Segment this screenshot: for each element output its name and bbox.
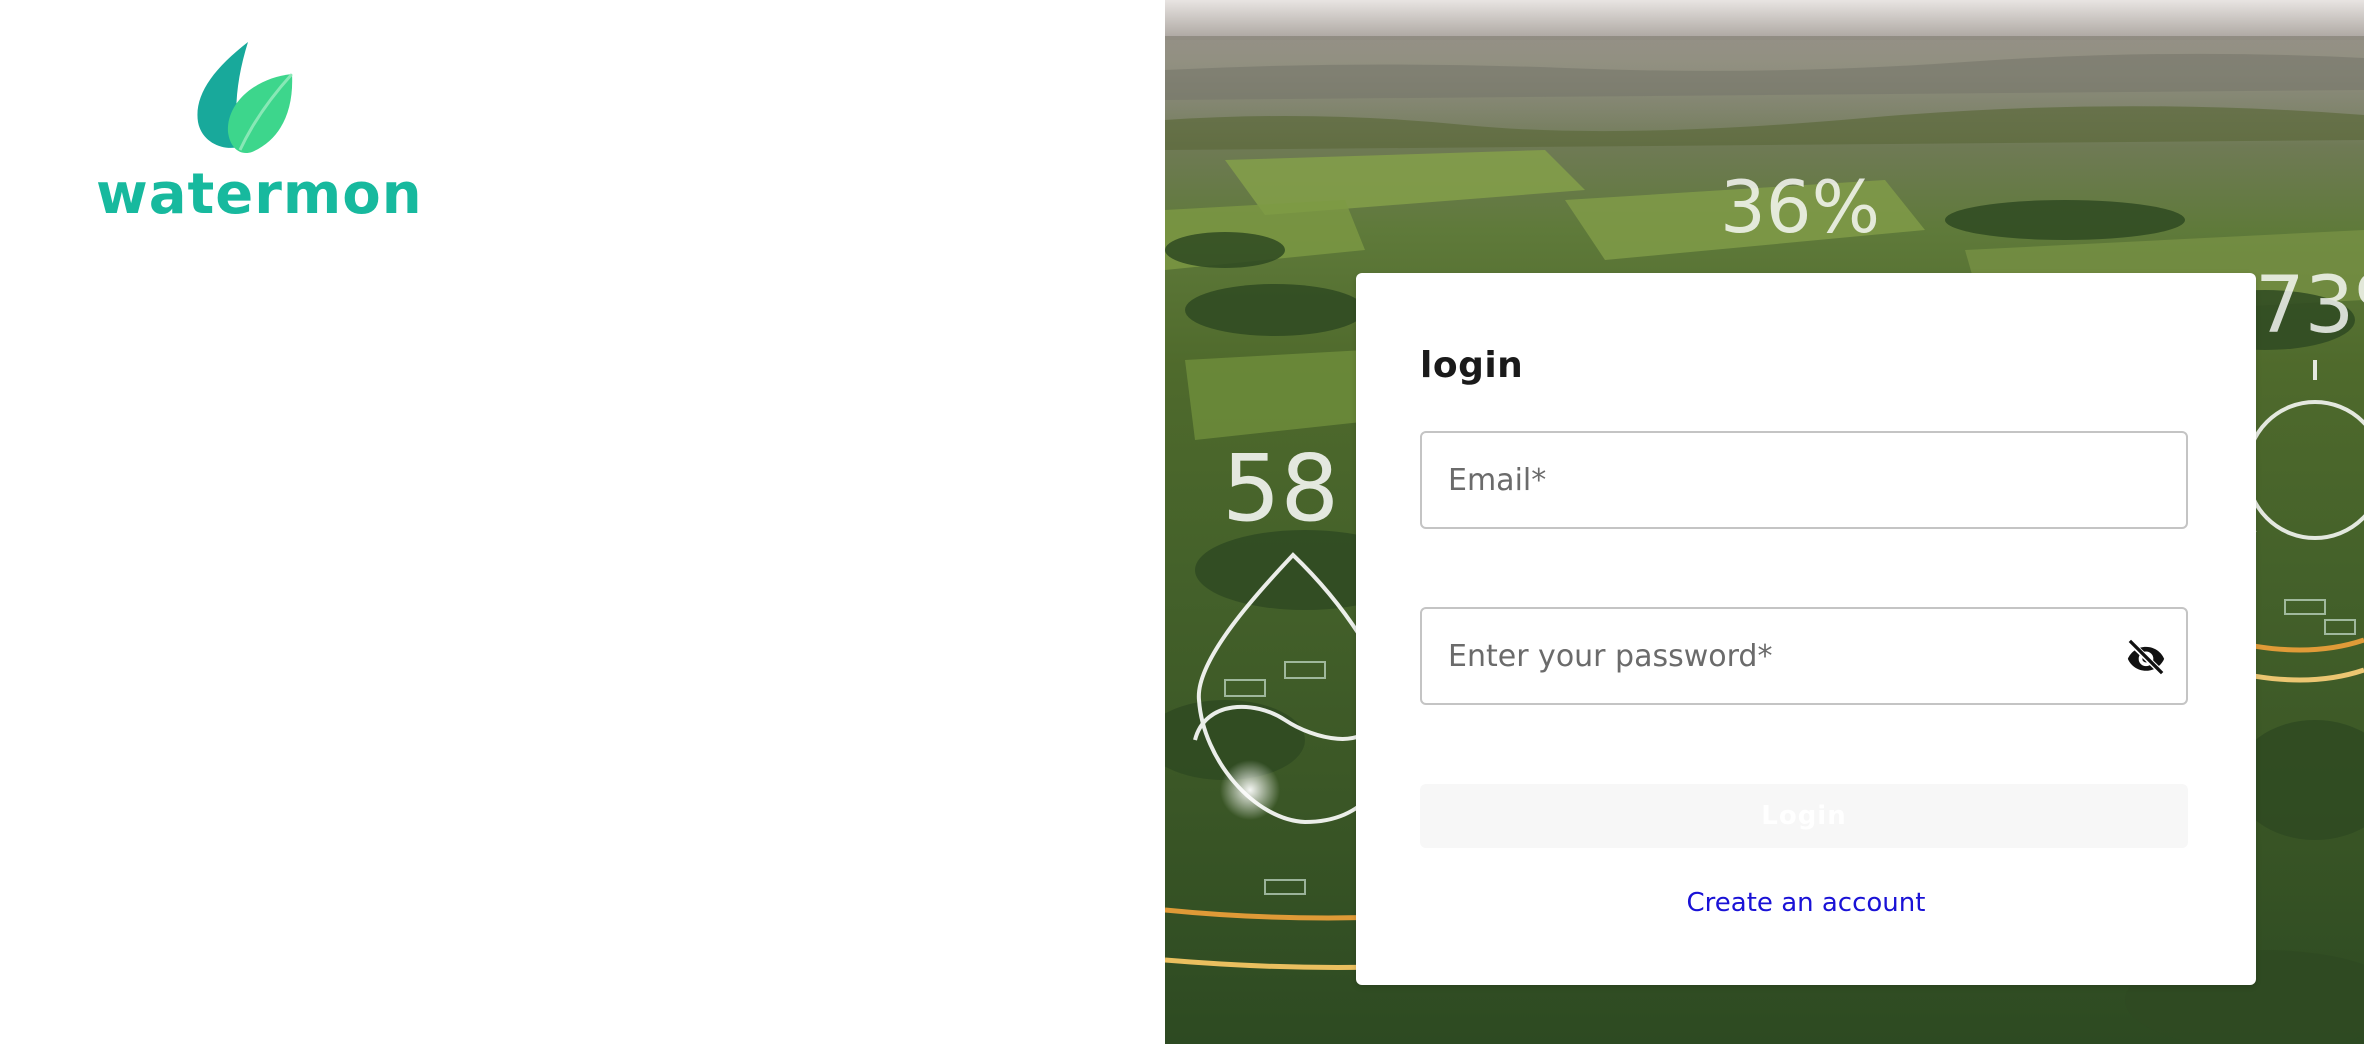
left-panel: watermon bbox=[0, 0, 1165, 1044]
overlay-stat-58: 58 bbox=[1222, 435, 1339, 542]
login-title: login bbox=[1420, 345, 1524, 386]
create-account-link[interactable]: Create an account bbox=[1356, 888, 2256, 918]
eye-off-icon[interactable] bbox=[2124, 635, 2168, 679]
email-input[interactable] bbox=[1422, 433, 2186, 527]
login-card: login Login Create an account bbox=[1356, 273, 2256, 985]
brand-logo: watermon bbox=[96, 40, 423, 230]
login-page: watermon 36% 58 73 login Email* Login Cr… bbox=[0, 0, 2364, 1044]
sun-overlay-icon bbox=[2238, 360, 2364, 550]
leaf-logo-icon bbox=[197, 42, 294, 154]
login-button[interactable]: Login bbox=[1420, 784, 2188, 848]
email-field[interactable] bbox=[1420, 431, 2188, 529]
brand-name: watermon bbox=[96, 162, 423, 227]
overlay-stat-73: 73% bbox=[2255, 261, 2364, 351]
overlay-stat-36: 36% bbox=[1720, 165, 1880, 249]
password-field[interactable] bbox=[1420, 607, 2188, 705]
password-input[interactable] bbox=[1422, 609, 2186, 703]
